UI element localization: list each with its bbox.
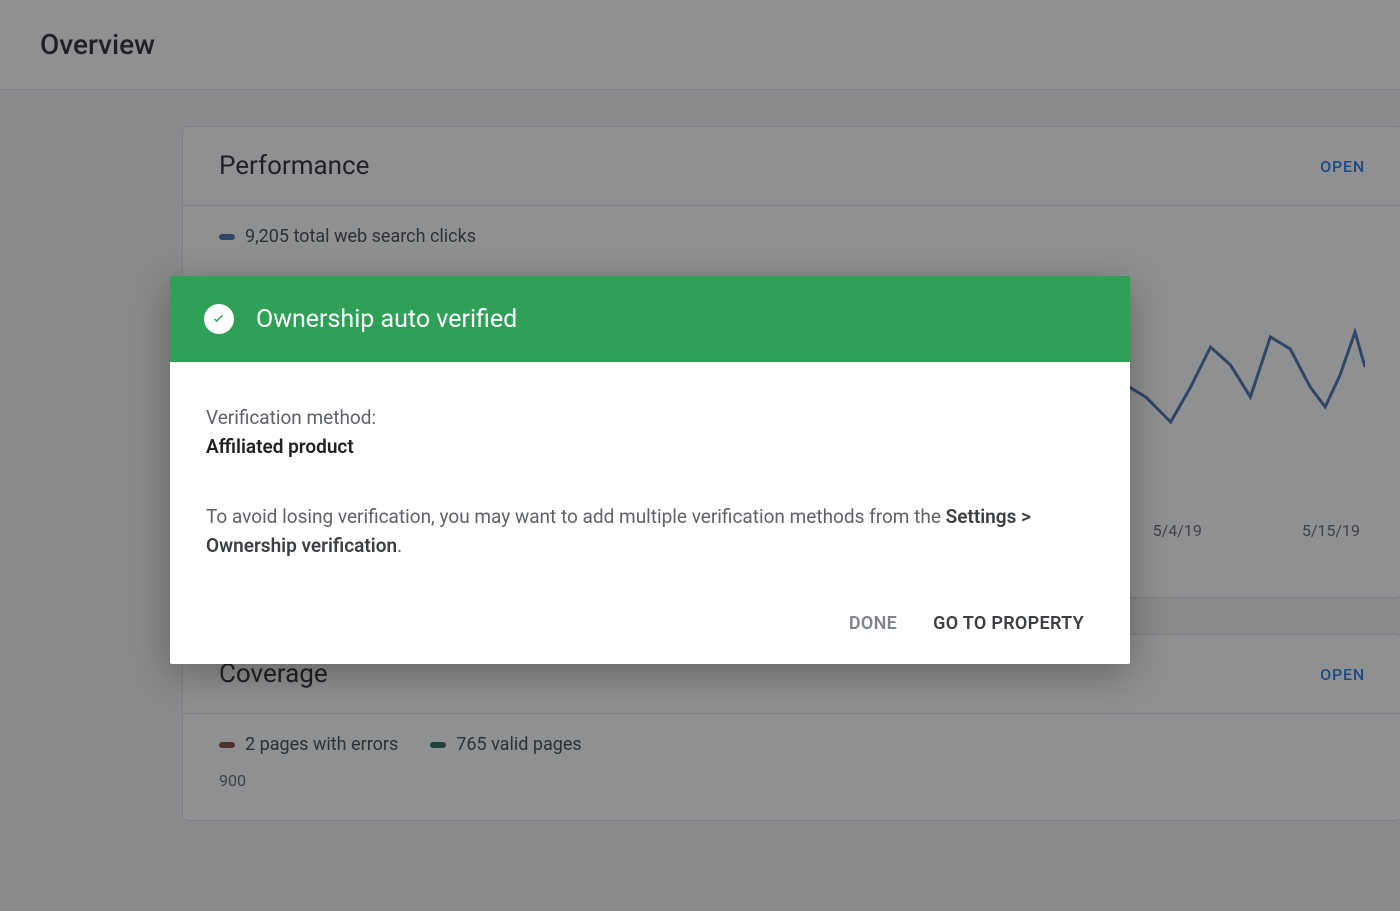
verification-method-value: Affiliated product (206, 435, 1094, 458)
dialog-header: Ownership auto verified (170, 276, 1130, 362)
verification-dialog: Ownership auto verified Verification met… (170, 276, 1130, 664)
dialog-title: Ownership auto verified (256, 305, 517, 334)
dialog-actions: DONE GO TO PROPERTY (170, 585, 1130, 664)
done-button[interactable]: DONE (849, 613, 897, 634)
verification-method-label: Verification method: (206, 406, 1094, 429)
advice-prefix: To avoid losing verification, you may wa… (206, 505, 946, 528)
go-to-property-button[interactable]: GO TO PROPERTY (933, 613, 1084, 634)
modal-overlay[interactable]: Ownership auto verified Verification met… (0, 0, 1400, 911)
verification-advice: To avoid losing verification, you may wa… (206, 502, 1094, 561)
advice-suffix: . (397, 534, 402, 557)
check-circle-icon (204, 304, 234, 334)
dialog-body: Verification method: Affiliated product … (170, 362, 1130, 585)
